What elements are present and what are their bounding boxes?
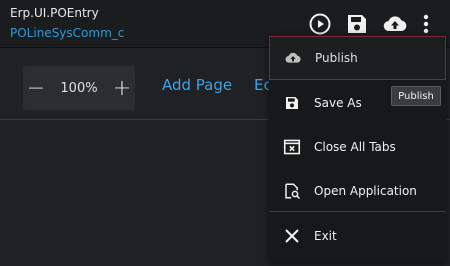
menu-item-label: Save As: [314, 96, 362, 110]
play-circle-icon[interactable]: [307, 11, 333, 37]
menu-item-label: Close All Tabs: [314, 140, 396, 154]
zoom-out-button[interactable]: −: [23, 66, 49, 110]
zoom-control: − 100% +: [23, 66, 135, 110]
open-application-icon: [272, 169, 312, 213]
menu-item-open-application[interactable]: Open Application: [269, 169, 446, 213]
menu-item-exit[interactable]: Exit: [269, 214, 446, 258]
more-vert-icon[interactable]: [415, 11, 437, 37]
cloud-upload-icon: [273, 36, 313, 80]
save-icon[interactable]: [344, 11, 370, 37]
menu-divider: [269, 211, 446, 212]
menu-item-close-all-tabs[interactable]: Close All Tabs: [269, 125, 446, 169]
overflow-menu: Publish Save As Close All Tabs Open Appl…: [269, 35, 446, 262]
cloud-upload-icon[interactable]: [382, 11, 408, 37]
add-page-link[interactable]: Add Page: [162, 76, 232, 94]
close-icon: [272, 214, 312, 258]
zoom-value: 100%: [60, 80, 98, 96]
menu-item-label: Open Application: [314, 184, 417, 198]
app-title: Erp.UI.POEntry: [10, 6, 99, 20]
app-subtitle[interactable]: POLineSysComm_c: [10, 26, 124, 40]
menu-item-label: Exit: [314, 229, 337, 243]
close-tabs-icon: [272, 125, 312, 169]
publish-tooltip: Publish: [391, 86, 441, 106]
menu-item-publish[interactable]: Publish: [269, 36, 446, 80]
save-icon: [272, 81, 312, 125]
menu-item-label: Publish: [315, 51, 358, 65]
zoom-in-button[interactable]: +: [109, 66, 135, 110]
